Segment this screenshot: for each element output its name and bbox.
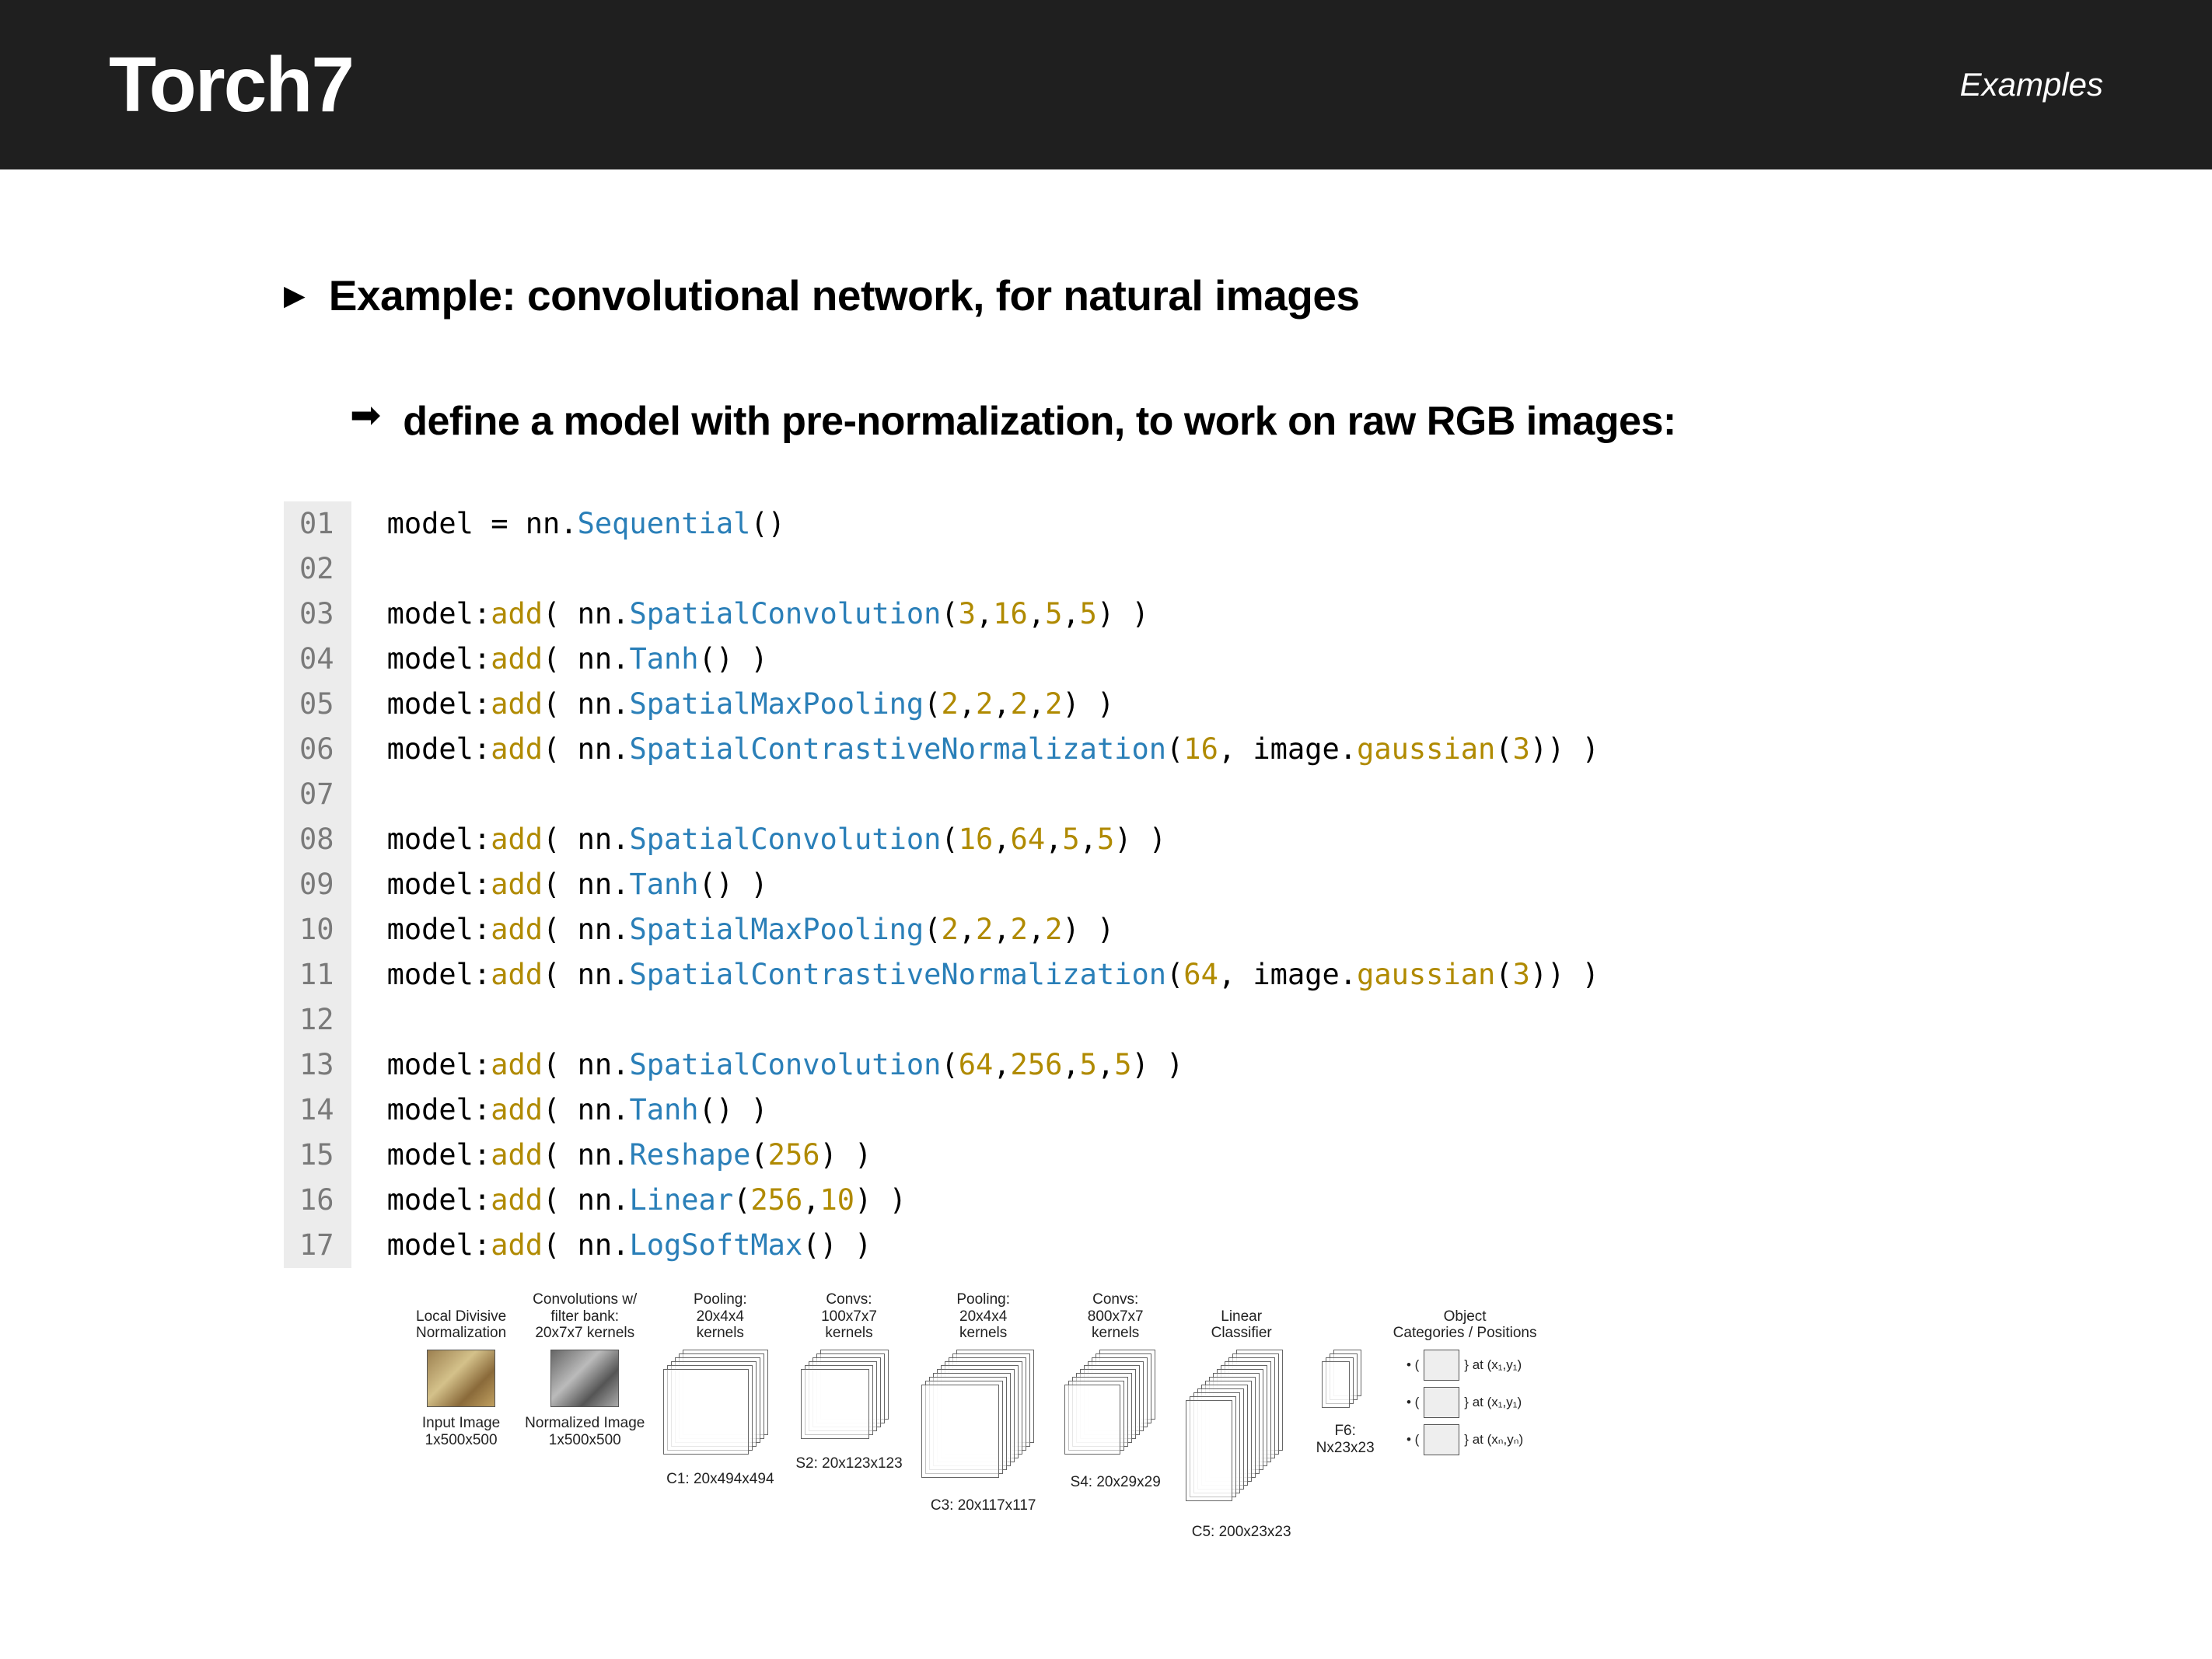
diagram-label-bottom: S4: 20x29x29 [1071, 1474, 1161, 1491]
diagram-column: LinearClassifier C5: 200x23x23 [1186, 1295, 1298, 1541]
diagram-label-top: Convolutions w/filter bank:20x7x7 kernel… [533, 1295, 637, 1342]
diagram-image [427, 1350, 495, 1407]
diagram-stack [801, 1350, 897, 1448]
diagram-label-top: LinearClassifier [1211, 1295, 1272, 1342]
sub-section-text: define a model with pre-normalization, t… [403, 394, 1676, 449]
diagram-label-top: Convs:800x7x7kernels [1088, 1295, 1144, 1342]
arrow-right-icon: ➡ [350, 397, 381, 435]
section-title-row: ▶ Example: convolutional network, for na… [284, 271, 2056, 320]
diagram-stack [1064, 1350, 1167, 1466]
diagram-label-top: Pooling:20x4x4kernels [956, 1295, 1010, 1342]
diagram-image [550, 1350, 619, 1407]
triangle-right-icon: ▶ [284, 279, 306, 312]
diagram-stack [1186, 1350, 1298, 1516]
section-title: Example: convolutional network, for natu… [329, 271, 1360, 320]
diagram-column: F6:Nx23x23 [1316, 1295, 1375, 1457]
diagram-label-top: Local DivisiveNormalization [416, 1295, 506, 1342]
diagram-column: Pooling:20x4x4kernels C3: 20x117x117 [921, 1295, 1046, 1514]
diagram-output: • (} at (x₁,y₁)• (} at (x₁,y₁)• (} at (x… [1407, 1350, 1523, 1455]
diagram-label-bottom: C5: 200x23x23 [1192, 1524, 1291, 1541]
diagram-column: ObjectCategories / Positions • (} at (x₁,… [1393, 1295, 1537, 1463]
diagram-column: Convs:800x7x7kernels S4: 20x29x29 [1064, 1295, 1167, 1491]
code-block: 0102030405060708091011121314151617 model… [284, 501, 2056, 1268]
line-numbers: 0102030405060708091011121314151617 [284, 501, 351, 1268]
diagram-label-bottom: C1: 20x494x494 [666, 1471, 774, 1488]
diagram-column: Convolutions w/filter bank:20x7x7 kernel… [525, 1295, 645, 1449]
diagram-label-top: ObjectCategories / Positions [1393, 1295, 1537, 1342]
diagram-label-top: Convs:100x7x7kernels [821, 1295, 877, 1342]
diagram-label-bottom: F6:Nx23x23 [1316, 1423, 1375, 1457]
diagram-column: Local DivisiveNormalization Input Image1x… [416, 1295, 506, 1449]
diagram-stack [921, 1350, 1046, 1490]
diagram-label-bottom: S2: 20x123x123 [795, 1455, 902, 1472]
architecture-diagram: Local DivisiveNormalization Input Image1x… [284, 1295, 2056, 1541]
diagram-label-bottom: Normalized Image1x500x500 [525, 1415, 645, 1449]
header-subtitle: Examples [1960, 66, 2103, 103]
diagram-label-bottom: C3: 20x117x117 [931, 1497, 1036, 1514]
code-lines: model = nn.Sequential() model:add( nn.Sp… [351, 501, 1599, 1268]
diagram-label-top: Pooling:20x4x4kernels [694, 1295, 747, 1342]
diagram-stack [663, 1350, 777, 1463]
diagram-column: Convs:100x7x7kernels S2: 20x123x123 [795, 1295, 902, 1472]
sub-section: ➡ define a model with pre-normalization,… [284, 394, 2056, 449]
header-title: Torch7 [109, 40, 353, 130]
diagram-label-bottom: Input Image1x500x500 [422, 1415, 500, 1449]
diagram-stack [1322, 1350, 1368, 1415]
diagram-column: Pooling:20x4x4kernels C1: 20x494x494 [663, 1295, 777, 1488]
slide-header: Torch7 Examples [0, 0, 2212, 169]
slide-content: ▶ Example: convolutional network, for na… [0, 169, 2212, 1541]
